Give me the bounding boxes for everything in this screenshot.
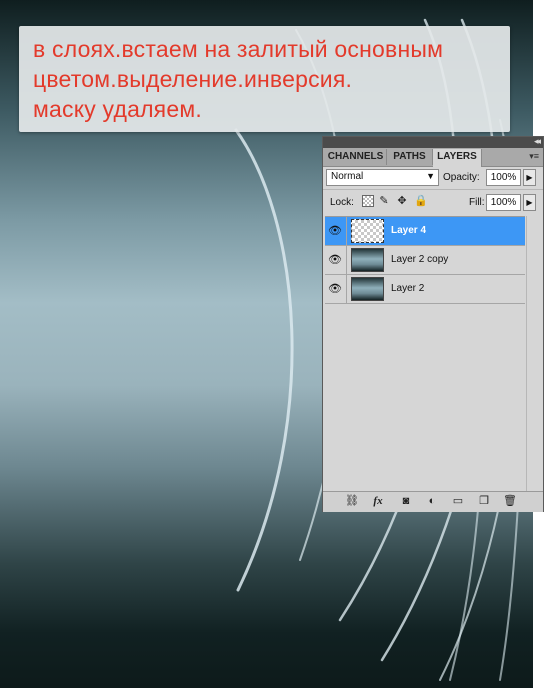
divider xyxy=(346,275,347,303)
opacity-label: Opacity: xyxy=(443,172,480,183)
opacity-slider-button[interactable]: ▶ xyxy=(523,169,536,186)
layer-name: Layer 4 xyxy=(391,225,427,236)
layers-scrollbar[interactable] xyxy=(526,216,543,491)
tab-paths[interactable]: PATHS xyxy=(387,149,433,165)
note-line-3: маску удаляем. xyxy=(33,96,202,122)
chevron-down-icon: ▼ xyxy=(426,171,435,181)
tab-channels[interactable]: CHANNELS xyxy=(325,149,387,165)
layers-panel: ◂◂ CHANNELS PATHS LAYERS ▾≡ Normal ▼ Opa… xyxy=(322,136,544,512)
note-line-2: цветом.выделение.инверсия. xyxy=(33,66,353,92)
panel-tabbar: CHANNELS PATHS LAYERS ▾≡ xyxy=(323,148,543,167)
tab-layers[interactable]: LAYERS xyxy=(433,149,482,167)
layer-name: Layer 2 xyxy=(391,283,425,294)
lock-all-icon[interactable]: 🔒 xyxy=(414,195,428,207)
lock-position-icon[interactable]: ✥ xyxy=(396,195,408,207)
blend-mode-value: Normal xyxy=(331,171,364,182)
canvas-margin xyxy=(0,688,544,700)
link-icon[interactable]: ⛓ xyxy=(345,494,359,508)
layers-list: 👁 Layer 4 👁 Layer 2 copy 👁 Layer 2 xyxy=(325,216,525,492)
collapse-icon[interactable]: ◂◂ xyxy=(534,136,541,147)
lock-image-pixels-icon[interactable]: ✎ xyxy=(378,195,390,207)
lock-transparent-pixels-icon[interactable] xyxy=(362,195,374,207)
panel-bottom-toolbar: ⛓ fx ◙ ◐ ▭ ❐ 🗑 xyxy=(323,491,543,512)
blend-mode-select[interactable]: Normal ▼ xyxy=(326,169,439,186)
divider xyxy=(346,217,347,245)
layer-thumbnail xyxy=(351,277,384,301)
opacity-input[interactable]: 100% xyxy=(486,169,521,186)
eye-icon[interactable]: 👁 xyxy=(328,282,342,296)
add-mask-icon[interactable]: ◙ xyxy=(399,494,413,508)
layer-row-layer-2[interactable]: 👁 Layer 2 xyxy=(325,275,525,304)
eye-icon[interactable]: 👁 xyxy=(328,224,342,238)
layer-row-layer-4[interactable]: 👁 Layer 4 xyxy=(325,217,525,246)
trash-icon[interactable]: 🗑 xyxy=(503,494,517,508)
adjustment-layer-icon[interactable]: ◐ xyxy=(425,494,439,508)
layer-thumbnail xyxy=(351,248,384,272)
layer-thumbnail xyxy=(351,219,384,243)
fill-slider-button[interactable]: ▶ xyxy=(523,194,536,211)
panel-menu-icon[interactable]: ▾≡ xyxy=(529,151,539,162)
lock-label: Lock: xyxy=(330,197,354,208)
instruction-note: в слоях.встаем на залитый основным цвето… xyxy=(19,26,510,132)
fx-icon[interactable]: fx xyxy=(371,494,385,508)
fill-label: Fill: xyxy=(469,197,485,208)
folder-icon[interactable]: ▭ xyxy=(451,494,465,508)
artwork-curve xyxy=(234,128,294,592)
layer-name: Layer 2 copy xyxy=(391,254,449,265)
note-line-1: в слоях.встаем на залитый основным xyxy=(33,36,444,62)
eye-icon[interactable]: 👁 xyxy=(328,253,342,267)
divider xyxy=(346,246,347,274)
new-layer-icon[interactable]: ❐ xyxy=(477,494,491,508)
layer-row-layer-2-copy[interactable]: 👁 Layer 2 copy xyxy=(325,246,525,275)
divider xyxy=(323,189,543,190)
fill-input[interactable]: 100% xyxy=(486,194,521,211)
panel-titlebar[interactable]: ◂◂ xyxy=(323,136,543,148)
